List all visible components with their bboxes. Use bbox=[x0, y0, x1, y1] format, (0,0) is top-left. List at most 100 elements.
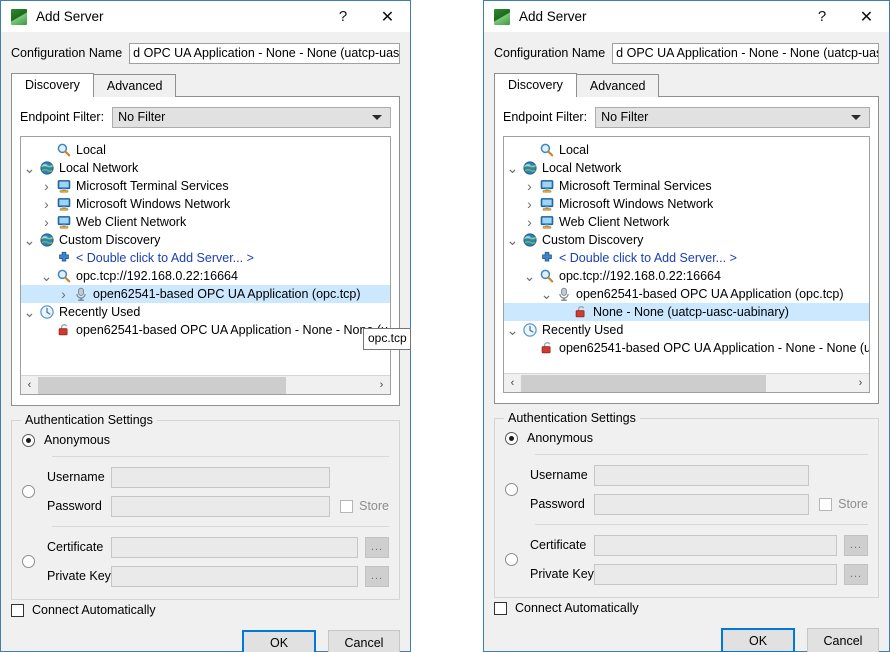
tree-node[interactable]: › Microsoft Terminal Services bbox=[21, 177, 390, 195]
connect-automatically-checkbox[interactable] bbox=[494, 601, 507, 615]
chevron-down-icon[interactable]: ⌄ bbox=[504, 323, 521, 337]
connect-automatically-checkbox[interactable] bbox=[11, 603, 24, 617]
discovery-tree-right[interactable]: Local ⌄ Local Network › Microsoft Terminal S… bbox=[504, 137, 869, 373]
tree-node[interactable]: open62541-based OPC UA Application - Non… bbox=[504, 339, 869, 357]
endpoint-filter-select[interactable]: No Filter bbox=[112, 106, 391, 128]
scrollbar-thumb[interactable] bbox=[521, 374, 766, 392]
tree-horizontal-scrollbar[interactable]: ‹ › bbox=[504, 373, 869, 392]
chevron-right-icon[interactable]: › bbox=[55, 286, 72, 302]
store-checkbox-wrap[interactable]: Store bbox=[819, 497, 868, 511]
connect-automatically-row[interactable]: Connect Automatically bbox=[494, 598, 879, 618]
tree-node[interactable]: ⌄ open62541-based OPC UA Application (opc… bbox=[504, 285, 869, 303]
tree-node[interactable]: ⌄ Custom Discovery bbox=[504, 231, 869, 249]
close-icon[interactable]: ✕ bbox=[365, 1, 410, 32]
private-key-browse-button[interactable]: ... bbox=[844, 563, 868, 585]
chevron-right-icon[interactable]: › bbox=[521, 196, 538, 212]
close-icon[interactable]: ✕ bbox=[844, 1, 889, 32]
chevron-right-icon[interactable]: › bbox=[521, 214, 538, 230]
certificate-browse-button[interactable]: ... bbox=[844, 534, 868, 556]
private-key-input[interactable] bbox=[111, 565, 358, 587]
private-key-browse-button[interactable]: ... bbox=[365, 565, 389, 587]
chevron-down-icon[interactable]: ⌄ bbox=[38, 269, 55, 283]
tree-node[interactable]: None - None (uatcp-uasc-uabinary) bbox=[504, 303, 869, 321]
radio-anonymous[interactable] bbox=[22, 433, 35, 447]
tree-node[interactable]: › Microsoft Windows Network bbox=[504, 195, 869, 213]
tree-node[interactable]: › Web Client Network bbox=[504, 213, 869, 231]
ok-button[interactable]: OK bbox=[721, 628, 795, 652]
tree-node[interactable]: ⌄ opc.tcp://192.168.0.22:16664 bbox=[21, 267, 390, 285]
radio-certificate[interactable] bbox=[22, 555, 35, 568]
tree-node[interactable]: ⌄ Recently Used bbox=[21, 303, 390, 321]
tree-node[interactable]: › Web Client Network bbox=[21, 213, 390, 231]
scrollbar-thumb[interactable] bbox=[38, 376, 286, 394]
username-input[interactable] bbox=[594, 464, 810, 486]
connect-automatically-row[interactable]: Connect Automatically bbox=[11, 600, 400, 620]
chevron-right-icon[interactable]: › bbox=[521, 178, 538, 194]
dialog-footer: Connect Automatically OK Cancel bbox=[1, 600, 410, 652]
chevron-right-icon[interactable]: › bbox=[38, 196, 55, 212]
tree-node-label: open62541-based OPC UA Application - Non… bbox=[559, 341, 869, 355]
chevron-down-icon[interactable]: ⌄ bbox=[538, 287, 555, 301]
clock-icon bbox=[38, 304, 56, 320]
chevron-right-icon[interactable]: › bbox=[38, 214, 55, 230]
tree-node[interactable]: ⌄ Custom Discovery bbox=[21, 231, 390, 249]
scroll-right-icon[interactable]: › bbox=[373, 377, 390, 394]
computer-icon bbox=[55, 178, 73, 194]
tree-node[interactable]: < Double click to Add Server... > bbox=[504, 249, 869, 267]
tree-node[interactable]: › Microsoft Terminal Services bbox=[504, 177, 869, 195]
store-checkbox-wrap[interactable]: Store bbox=[340, 499, 389, 513]
radio-certificate[interactable] bbox=[505, 553, 518, 566]
scroll-right-icon[interactable]: › bbox=[852, 375, 869, 392]
tab-discovery[interactable]: Discovery bbox=[494, 73, 577, 97]
chevron-right-icon[interactable]: › bbox=[38, 178, 55, 194]
chevron-down-icon[interactable]: ⌄ bbox=[21, 305, 38, 319]
tree-node[interactable]: Local bbox=[504, 141, 869, 159]
chevron-down-icon[interactable]: ⌄ bbox=[521, 269, 538, 283]
chevron-down-icon[interactable]: ⌄ bbox=[21, 161, 38, 175]
discovery-tree-left[interactable]: Local ⌄ Local Network › Microsoft Terminal S… bbox=[21, 137, 390, 375]
chevron-down-icon[interactable]: ⌄ bbox=[504, 161, 521, 175]
scrollbar-track[interactable] bbox=[38, 376, 373, 394]
tree-node[interactable]: open62541-based OPC UA Application - Non… bbox=[21, 321, 390, 339]
store-checkbox[interactable] bbox=[340, 499, 354, 513]
tree-node[interactable]: ⌄ Local Network bbox=[504, 159, 869, 177]
username-input[interactable] bbox=[111, 466, 331, 488]
endpoint-filter-select[interactable]: No Filter bbox=[595, 106, 870, 128]
tree-node[interactable]: › open62541-based OPC UA Application (opc… bbox=[21, 285, 390, 303]
radio-username-password[interactable] bbox=[505, 483, 518, 496]
chevron-down-icon[interactable]: ⌄ bbox=[504, 233, 521, 247]
chevron-down-icon[interactable]: ⌄ bbox=[21, 233, 38, 247]
password-input[interactable] bbox=[111, 495, 331, 517]
tree-node[interactable]: › Microsoft Windows Network bbox=[21, 195, 390, 213]
tree-horizontal-scrollbar[interactable]: ‹ › bbox=[21, 375, 390, 394]
cancel-button[interactable]: Cancel bbox=[328, 630, 400, 652]
certificate-input[interactable] bbox=[594, 534, 837, 556]
tree-node[interactable]: < Double click to Add Server... > bbox=[21, 249, 390, 267]
anonymous-row[interactable]: Anonymous bbox=[22, 433, 389, 447]
radio-anonymous[interactable] bbox=[505, 431, 518, 445]
certificate-input[interactable] bbox=[111, 536, 358, 558]
tab-advanced[interactable]: Advanced bbox=[575, 74, 660, 97]
tab-advanced[interactable]: Advanced bbox=[92, 74, 177, 97]
cancel-button[interactable]: Cancel bbox=[807, 628, 879, 652]
store-checkbox[interactable] bbox=[819, 497, 833, 511]
anonymous-row[interactable]: Anonymous bbox=[505, 431, 868, 445]
scrollbar-track[interactable] bbox=[521, 374, 852, 392]
configuration-name-input[interactable]: d OPC UA Application - None - None (uatc… bbox=[129, 42, 400, 64]
certificate-browse-button[interactable]: ... bbox=[365, 536, 389, 558]
tree-node[interactable]: ⌄ opc.tcp://192.168.0.22:16664 bbox=[504, 267, 869, 285]
help-button[interactable]: ? bbox=[321, 1, 365, 32]
scroll-left-icon[interactable]: ‹ bbox=[21, 377, 38, 394]
help-button[interactable]: ? bbox=[800, 1, 844, 32]
radio-username-password[interactable] bbox=[22, 485, 35, 498]
scroll-left-icon[interactable]: ‹ bbox=[504, 375, 521, 392]
password-input[interactable] bbox=[594, 493, 810, 515]
configuration-name-input[interactable]: d OPC UA Application - None - None (uatc… bbox=[612, 42, 879, 64]
tree-node[interactable]: ⌄ Recently Used bbox=[504, 321, 869, 339]
tree-node[interactable]: ⌄ Local Network bbox=[21, 159, 390, 177]
tree-node[interactable]: Local bbox=[21, 141, 390, 159]
ok-button[interactable]: OK bbox=[242, 630, 316, 652]
computer-icon bbox=[538, 178, 556, 194]
private-key-input[interactable] bbox=[594, 563, 837, 585]
tab-discovery[interactable]: Discovery bbox=[11, 73, 94, 97]
